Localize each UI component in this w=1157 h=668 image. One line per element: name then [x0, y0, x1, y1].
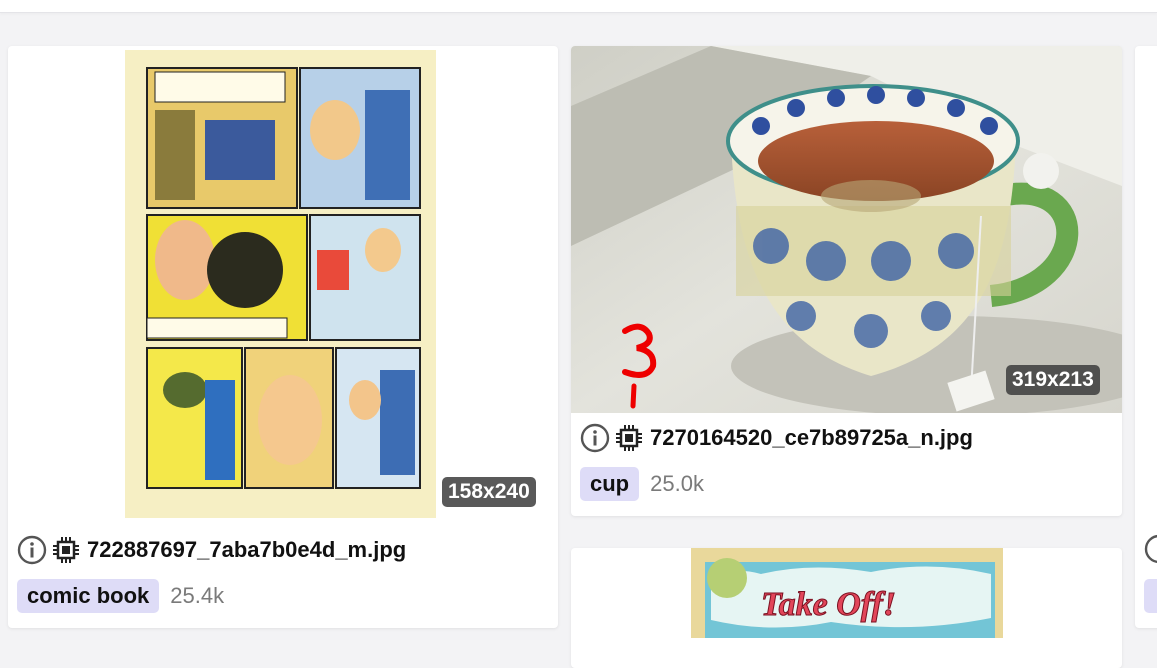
filename: 722887697_7aba7b0e4d_m.jpg: [87, 537, 407, 562]
image-card-partial-right[interactable]: [1135, 46, 1157, 628]
label-tag[interactable]: cup: [580, 467, 640, 501]
image-card-cup[interactable]: 319x213 7270164520_ce7b89725a_n.jpg cup …: [571, 46, 1122, 516]
thumbnail-takeoff[interactable]: Take Off!: [691, 548, 1003, 638]
tag-row: cup 25.0k: [580, 467, 704, 501]
label-count: 25.0k: [650, 471, 704, 496]
label-tag[interactable]: comic book: [17, 579, 160, 613]
label-tag-partial[interactable]: [1144, 579, 1157, 613]
dimensions-badge: 158x240: [442, 477, 536, 507]
takeoff-title: Take Off!: [761, 586, 896, 623]
thumbnail-cup[interactable]: [571, 46, 1122, 413]
dimensions-badge: 319x213: [1006, 365, 1100, 395]
thumbnail-comic[interactable]: [125, 50, 436, 518]
top-bar: [0, 0, 1157, 13]
filename: 7270164520_ce7b89725a_n.jpg: [650, 425, 973, 450]
image-card-takeoff[interactable]: Take Off!: [571, 548, 1122, 668]
info-icon[interactable]: [1144, 534, 1157, 564]
tag-row: comic book 25.4k: [17, 579, 224, 613]
takeoff-comic-image: Take Off!: [691, 548, 1003, 638]
info-icon[interactable]: [580, 423, 610, 453]
card-meta-row: 722887697_7aba7b0e4d_m.jpg: [17, 534, 406, 566]
label-count: 25.4k: [170, 583, 225, 608]
comic-page-image: [125, 50, 436, 518]
chip-icon[interactable]: [51, 535, 81, 565]
card-meta-row: 7270164520_ce7b89725a_n.jpg: [580, 422, 973, 454]
cup-photo: [571, 46, 1122, 413]
image-card-comic[interactable]: 158x240 722887697_7aba7b0e4d_m.jpg comic…: [8, 46, 558, 628]
info-icon[interactable]: [17, 535, 47, 565]
chip-icon[interactable]: [614, 423, 644, 453]
